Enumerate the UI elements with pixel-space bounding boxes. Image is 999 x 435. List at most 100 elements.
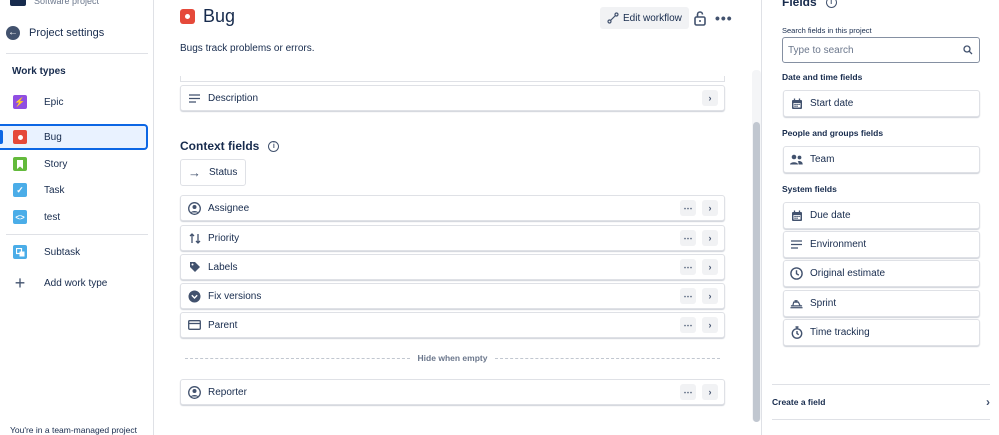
info-icon[interactable]: i	[825, 0, 837, 8]
sidebar-item-story[interactable]: Story	[0, 151, 148, 177]
status-field[interactable]: → Status	[180, 159, 246, 186]
chevron-right-icon[interactable]: ›	[702, 384, 718, 400]
context-fields-title: Context fields	[180, 139, 260, 153]
panel-field-original-estimate[interactable]: Original estimate	[783, 260, 980, 287]
create-field-button[interactable]: Create a field ›	[772, 392, 990, 412]
more-actions-button[interactable]: •••	[715, 10, 733, 26]
user-circle-icon	[188, 385, 201, 399]
more-options-icon[interactable]: ⋯	[680, 288, 696, 304]
sidebar-item-label: Task	[44, 184, 65, 196]
more-options-icon[interactable]: ⋯	[680, 230, 696, 246]
fields-panel-heading: Fields i	[782, 0, 837, 9]
calendar-icon	[790, 209, 803, 222]
bug-icon	[180, 9, 195, 24]
status-label: Status	[209, 167, 238, 178]
priority-arrows-icon	[188, 232, 201, 245]
chevron-right-icon[interactable]: ›	[702, 288, 718, 304]
project-type: Software project	[34, 0, 100, 6]
project-settings-back-link[interactable]: ← Project settings	[6, 26, 104, 40]
panel-field-label: Original estimate	[810, 268, 886, 279]
panel-field-time-tracking[interactable]: Time tracking	[783, 319, 980, 346]
more-options-icon[interactable]: ⋯	[680, 200, 696, 216]
field-label: Description	[208, 92, 259, 104]
sidebar-item-subtask[interactable]: Subtask	[0, 239, 148, 265]
add-work-type-label: Add work type	[44, 277, 108, 289]
chevron-right-icon[interactable]: ›	[702, 230, 718, 246]
search-fields-input[interactable]	[782, 37, 980, 63]
sidebar-item-epic[interactable]: ⚡ Epic	[0, 89, 148, 115]
divider	[6, 53, 148, 54]
field-row-fix-versions[interactable]: Fix versions ⋯ ›	[180, 283, 725, 309]
panel-field-sprint[interactable]: Sprint	[783, 290, 980, 317]
field-row-assignee[interactable]: Assignee ⋯ ›	[180, 195, 725, 221]
panel-field-label: Team	[810, 154, 835, 165]
back-arrow-icon: ←	[6, 26, 20, 40]
field-row-parent[interactable]: Parent ⋯ ›	[180, 312, 725, 338]
workflow-icon	[607, 12, 619, 24]
more-options-icon[interactable]: ⋯	[680, 384, 696, 400]
panel-field-start-date[interactable]: Start date	[783, 90, 980, 117]
user-circle-icon	[188, 201, 201, 215]
field-row-description[interactable]: Description ›	[180, 85, 725, 111]
epic-icon: ⚡	[13, 95, 27, 109]
calendar-icon	[790, 97, 803, 110]
chevron-right-icon[interactable]: ›	[702, 317, 718, 333]
dashed-line	[185, 357, 410, 359]
clock-icon	[790, 267, 803, 280]
code-icon: <>	[13, 210, 27, 224]
panel-field-team[interactable]: Team	[783, 146, 980, 173]
chevron-right-icon[interactable]: ›	[702, 200, 718, 216]
sidebar-item-bug[interactable]: Bug	[0, 124, 148, 150]
team-managed-note: You're in a team-managed project	[10, 425, 137, 435]
field-row-reporter[interactable]: Reporter ⋯ ›	[180, 379, 725, 405]
field-row-partial	[180, 76, 725, 82]
panel-field-environment[interactable]: Environment	[783, 231, 980, 258]
more-options-icon[interactable]: ⋯	[680, 259, 696, 275]
parent-icon	[188, 319, 201, 332]
plus-icon: +	[14, 273, 26, 293]
panel-field-due-date[interactable]: Due date	[783, 202, 980, 229]
search-icon	[963, 45, 973, 55]
arrow-right-icon: →	[188, 165, 201, 180]
main-scrollbar-thumb[interactable]	[753, 122, 760, 422]
lock-icon[interactable]	[693, 9, 707, 27]
panel-field-label: Sprint	[810, 298, 837, 309]
sidebar-item-label: Subtask	[44, 246, 81, 258]
info-icon[interactable]: i	[268, 140, 280, 152]
sidebar-item-label: Epic	[44, 96, 64, 108]
field-label: Reporter	[208, 386, 247, 398]
people-icon	[790, 153, 803, 166]
hide-when-empty-label: Hide when empty	[417, 353, 488, 363]
sidebar-item-test[interactable]: <> test	[0, 204, 148, 230]
subtask-icon	[13, 245, 27, 259]
create-field-label: Create a field	[772, 397, 826, 407]
stopwatch-icon	[790, 326, 803, 339]
context-fields-heading: Context fields i	[180, 139, 280, 153]
edit-workflow-button[interactable]: Edit workflow	[600, 7, 689, 29]
project-avatar	[10, 0, 26, 6]
sidebar-item-task[interactable]: ✓ Task	[0, 177, 148, 203]
description-icon	[790, 238, 803, 251]
dashed-line	[495, 357, 720, 359]
left-sidebar: Software project ← Project settings Work…	[0, 0, 154, 435]
chevron-right-icon[interactable]: ›	[702, 90, 718, 106]
work-type-description: Bugs track problems or errors.	[180, 43, 315, 54]
bug-icon	[13, 130, 27, 144]
add-work-type-button[interactable]: + Add work type	[0, 270, 148, 296]
chevron-right-icon: ›	[986, 395, 990, 409]
back-label: Project settings	[29, 27, 105, 39]
field-row-priority[interactable]: Priority ⋯ ›	[180, 225, 725, 251]
version-icon	[188, 290, 201, 303]
more-options-icon[interactable]: ⋯	[680, 317, 696, 333]
sidebar-item-label: Story	[44, 158, 68, 170]
divider	[6, 234, 148, 235]
chevron-right-icon[interactable]: ›	[702, 259, 718, 275]
divider	[772, 419, 990, 420]
panel-field-label: Environment	[810, 239, 867, 250]
system-fields-heading: System fields	[782, 184, 837, 194]
page-title: Bug	[203, 6, 236, 26]
date-fields-heading: Date and time fields	[782, 72, 863, 82]
divider	[772, 384, 990, 385]
sprint-icon	[790, 297, 803, 310]
field-row-labels[interactable]: Labels ⋯ ›	[180, 254, 725, 280]
